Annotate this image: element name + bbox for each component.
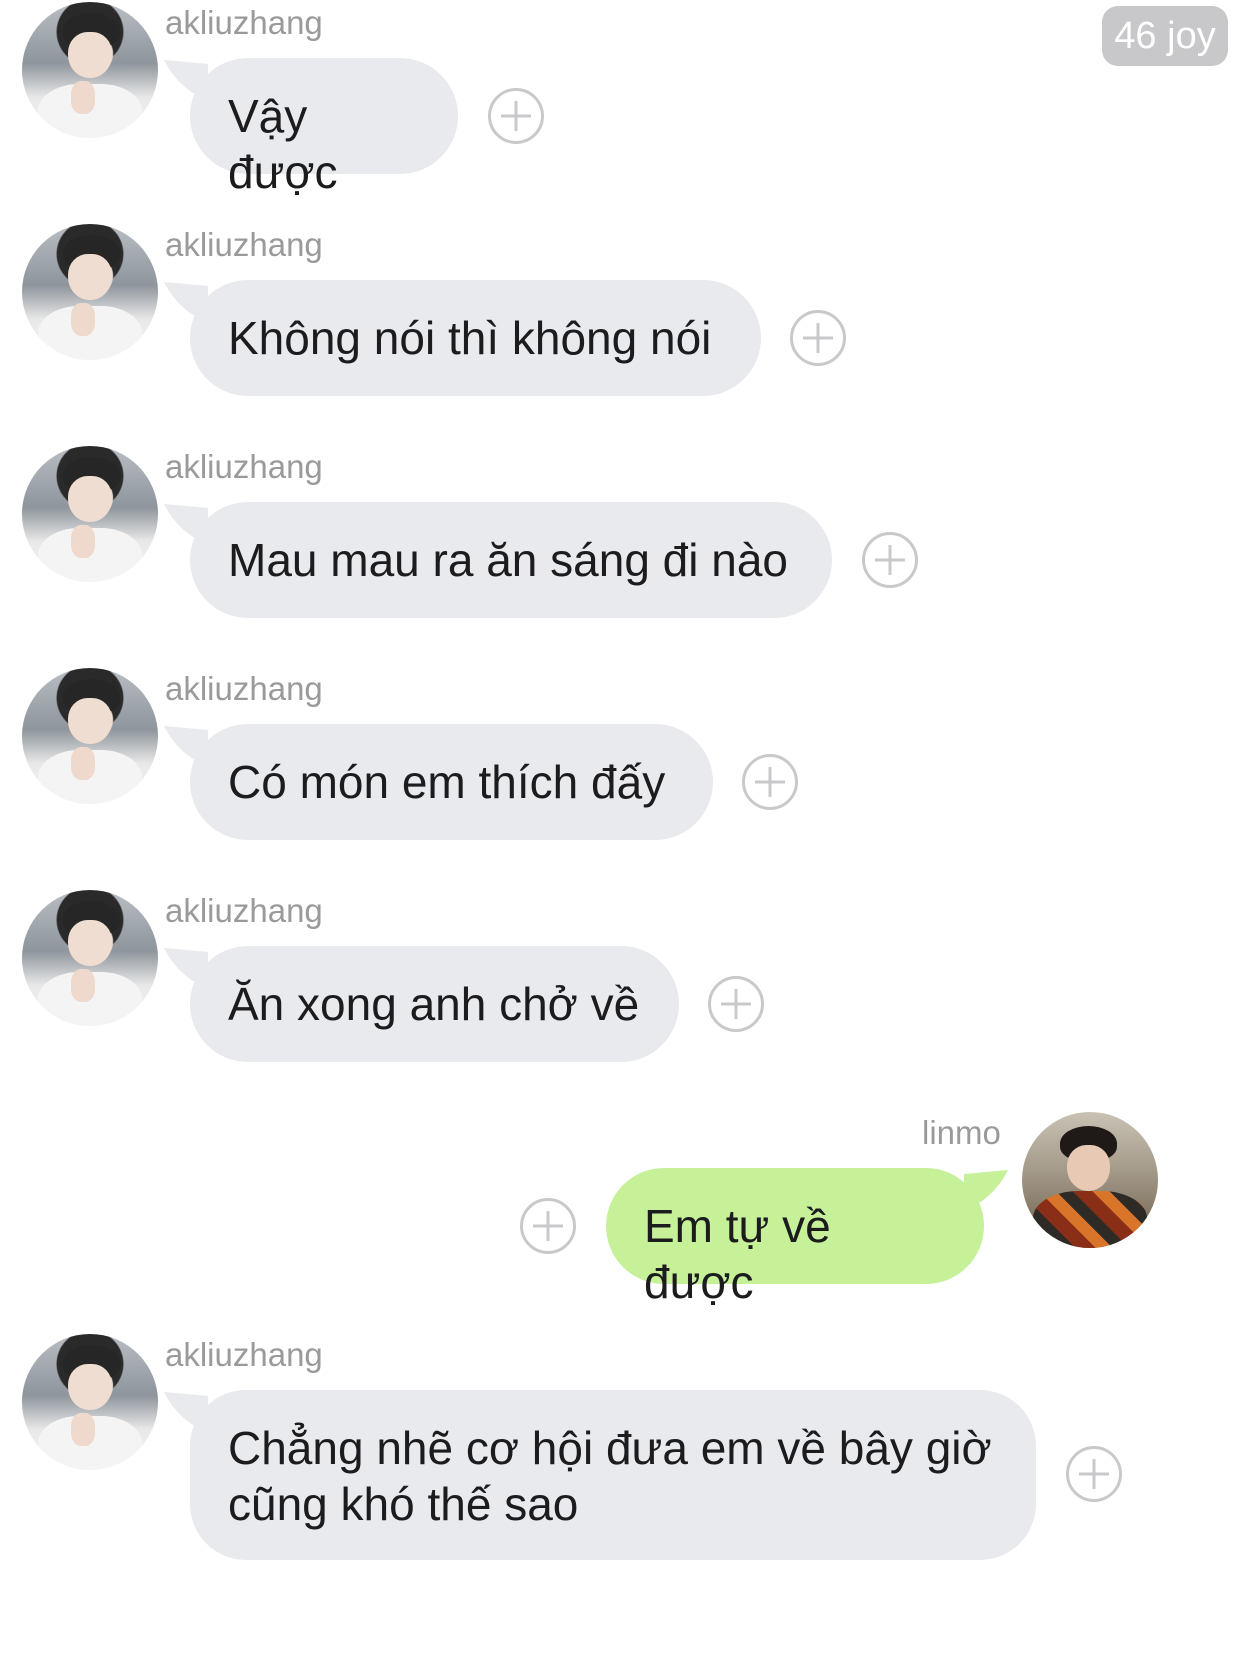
message-bubble[interactable]: Ăn xong anh chở về — [190, 946, 679, 1062]
avatar-akliuzhang[interactable] — [22, 2, 158, 138]
notification-badge[interactable]: 46 joy — [1102, 6, 1228, 66]
message-bubble[interactable]: Em tự về được — [606, 1168, 984, 1308]
message-bubble[interactable]: Mau mau ra ăn sáng đi nào — [190, 502, 832, 618]
plus-circle-icon[interactable] — [520, 1198, 576, 1254]
sender-name: akliuzhang — [165, 448, 323, 485]
message-bubble[interactable]: Không nói thì không nói — [190, 280, 761, 396]
message-bubble[interactable]: Vậy được — [190, 58, 458, 198]
sender-name: akliuzhang — [165, 892, 323, 929]
plus-circle-icon[interactable] — [742, 754, 798, 810]
avatar-akliuzhang[interactable] — [22, 446, 158, 582]
plus-circle-icon[interactable] — [790, 310, 846, 366]
plus-circle-icon[interactable] — [708, 976, 764, 1032]
plus-circle-icon[interactable] — [1066, 1446, 1122, 1502]
avatar-linmo[interactable] — [1022, 1112, 1158, 1248]
plus-circle-icon[interactable] — [488, 88, 544, 144]
avatar-akliuzhang[interactable] — [22, 890, 158, 1026]
message-bubble[interactable]: Chẳng nhẽ cơ hội đưa em về bây giờ cũng … — [190, 1390, 1036, 1560]
avatar-akliuzhang[interactable] — [22, 1334, 158, 1470]
sender-name: akliuzhang — [165, 4, 323, 41]
sender-name: linmo — [922, 1114, 1001, 1151]
avatar-akliuzhang[interactable] — [22, 668, 158, 804]
plus-circle-icon[interactable] — [862, 532, 918, 588]
sender-name: akliuzhang — [165, 226, 323, 263]
sender-name: akliuzhang — [165, 1336, 323, 1373]
sender-name: akliuzhang — [165, 670, 323, 707]
message-bubble[interactable]: Có món em thích đấy — [190, 724, 713, 840]
avatar-akliuzhang[interactable] — [22, 224, 158, 360]
